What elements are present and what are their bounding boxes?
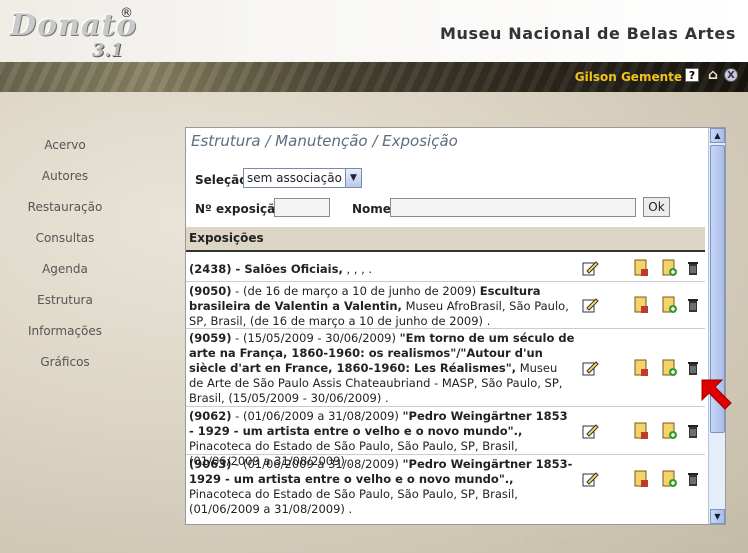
selecao-dropdown[interactable]: sem associação ▼ [243,168,362,188]
pdf-report-icon[interactable] [632,359,650,377]
add-document-icon[interactable] [660,422,678,440]
edit-icon[interactable] [581,470,599,488]
vertical-scrollbar[interactable]: ▲ ▼ [708,128,725,524]
sidebar-item-consultas[interactable]: Consultas [0,223,130,254]
logo-registered: ® [120,6,133,21]
logo-text: Donato [10,8,138,43]
trash-icon[interactable] [685,470,703,488]
row-text: (2438) - Salões Oficiais, , , , . [189,262,373,276]
table-row: (9063) - (01/06/2009 a 31/08/2009) "Pedr… [186,455,705,516]
pdf-report-icon[interactable] [632,259,650,277]
edit-icon[interactable] [581,422,599,440]
add-document-icon[interactable] [660,259,678,277]
museum-name: Museu Nacional de Belas Artes [439,24,736,43]
scroll-down-icon[interactable]: ▼ [710,509,725,524]
nome-input[interactable] [390,198,636,217]
selecao-label: Seleção [195,173,248,187]
selecao-value: sem associação [247,171,342,185]
chevron-down-icon[interactable]: ▼ [345,169,361,187]
trash-icon[interactable] [685,359,703,377]
edit-icon[interactable] [581,359,599,377]
sidebar-item-restauracao[interactable]: Restauração [0,192,130,223]
edit-icon[interactable] [581,296,599,314]
table-row: (9050) - (de 16 de março a 10 de junho d… [186,282,705,329]
pdf-report-icon[interactable] [632,296,650,314]
sidebar-item-autores[interactable]: Autores [0,161,130,192]
trash-icon[interactable] [685,422,703,440]
add-document-icon[interactable] [660,296,678,314]
table-row: (9062) - (01/06/2009 a 31/08/2009) "Pedr… [186,407,705,468]
sidebar-item-agenda[interactable]: Agenda [0,254,130,285]
sidebar-item-graficos[interactable]: Gráficos [0,347,130,378]
close-icon[interactable]: X [724,68,738,82]
row-text: (9063) - (01/06/2009 a 31/08/2009) "Pedr… [189,457,573,516]
sidebar-item-estrutura[interactable]: Estrutura [0,285,130,316]
edit-icon[interactable] [581,259,599,277]
user-name[interactable]: Gilson Gemente [575,70,682,84]
row-text: (9050) - (de 16 de março a 10 de junho d… [189,284,569,328]
header-bar: Donato 3.1 ® Museu Nacional de Belas Art… [0,0,748,62]
ok-button[interactable]: Ok [643,197,670,217]
table-row: (9059) - (15/05/2009 - 30/06/2009) "Em t… [186,329,705,407]
sidebar-item-informacoes[interactable]: Informações [0,316,130,347]
pdf-report-icon[interactable] [632,422,650,440]
exposicoes-list: (2438) - Salões Oficiais, , , , . (9050)… [186,254,705,516]
table-row: (2438) - Salões Oficiais, , , , . [186,254,705,282]
sidebar-item-acervo[interactable]: Acervo [0,130,130,161]
pdf-report-icon[interactable] [632,470,650,488]
home-icon[interactable]: ⌂ [706,68,720,82]
add-document-icon[interactable] [660,470,678,488]
row-text: (9059) - (15/05/2009 - 30/06/2009) "Em t… [189,331,575,405]
scroll-up-icon[interactable]: ▲ [710,128,725,143]
footer-access-count: 8 acessos desde 1º de fevereiro de 2008 [523,536,728,547]
donato-logo: Donato 3.1 ® [10,4,140,61]
trash-icon[interactable] [685,296,703,314]
logo-version: 3.1 [92,40,124,61]
help-icon[interactable]: ? [685,68,699,82]
table-header: Exposições [186,227,705,252]
content-panel: Estrutura / Manutenção / Exposição Seleç… [185,127,726,525]
sidebar-nav: Acervo Autores Restauração Consultas Age… [0,130,130,378]
page-title: Estrutura / Manutenção / Exposição [191,132,458,150]
add-document-icon[interactable] [660,359,678,377]
red-pointer-arrow-icon [701,379,732,410]
trash-icon[interactable] [685,259,703,277]
exposicao-number-input[interactable] [274,198,330,217]
